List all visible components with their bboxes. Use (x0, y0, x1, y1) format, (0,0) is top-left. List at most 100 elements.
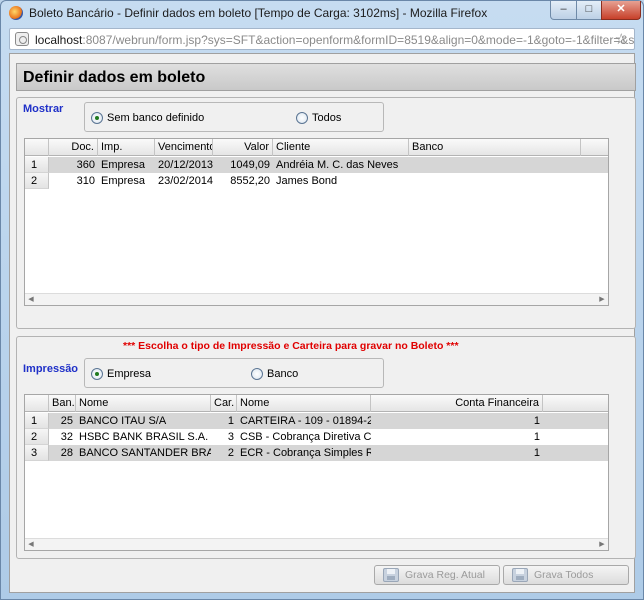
row-number: 2 (25, 429, 49, 445)
table-row[interactable]: 3 28 BANCO SANTANDER BRAS... 2 ECR - Cob… (25, 445, 608, 461)
cell-nome: BANCO SANTANDER BRAS... (79, 447, 211, 459)
boletos-panel: Mostrar Sem banco definido Todos Doc. Im… (16, 97, 636, 329)
table-row[interactable]: 2 310 Empresa 23/02/2014 8552,20 James B… (25, 173, 608, 189)
impressao-panel: *** Escolha o tipo de Impressão e Cartei… (16, 336, 636, 559)
cell-nome: BANCO ITAU S/A (79, 415, 167, 427)
cell-cliente: James Bond (276, 175, 338, 187)
radio-unchecked-icon[interactable] (251, 368, 263, 380)
page-header: Definir dados em boleto (16, 63, 636, 91)
radio-todos[interactable]: Todos (296, 110, 341, 126)
row-number: 1 (25, 157, 49, 173)
page-title: Definir dados em boleto (23, 69, 206, 86)
grid-header: Ban. Nome Car. Nome Conta Financeira (25, 395, 608, 412)
column-header-doc[interactable]: Doc. (49, 139, 98, 156)
column-header-carteira-nome[interactable]: Nome (237, 395, 371, 412)
save-disk-icon (512, 568, 528, 582)
column-header-imp[interactable]: Imp. (98, 139, 155, 156)
grava-registro-atual-label: Grava Reg. Atual (405, 569, 485, 581)
column-header-valor[interactable]: Valor (213, 139, 273, 156)
cell-cliente: Andréia M. C. das Neves (276, 159, 399, 171)
scroll-right-icon[interactable]: ▶ (596, 294, 608, 306)
grava-registro-atual-button[interactable]: Grava Reg. Atual (374, 565, 500, 585)
cell-carteira-nome: ECR - Cobrança Simples Re (240, 447, 371, 459)
url-text[interactable]: localhost:8087/webrun/form.jsp?sys=SFT&a… (35, 33, 634, 47)
table-row[interactable]: 2 32 HSBC BANK BRASIL S.A. 3 CSB - Cobra… (25, 429, 608, 445)
column-header-banco[interactable]: Banco (409, 139, 581, 156)
minimize-button[interactable]: – (550, 1, 577, 20)
horizontal-scrollbar[interactable]: ◀ ▶ (25, 538, 608, 550)
column-header-cliente[interactable]: Cliente (273, 139, 409, 156)
boletos-grid[interactable]: Doc. Imp. Vencimento Valor Cliente Banco… (24, 138, 609, 306)
cell-doc: 360 (76, 159, 95, 171)
column-header-rownum (25, 139, 49, 156)
grava-todos-button[interactable]: Grava Todos (503, 565, 629, 585)
radio-sem-banco[interactable]: Sem banco definido (91, 110, 204, 126)
column-header-rownum (25, 395, 49, 412)
close-button[interactable]: ✕ (601, 1, 641, 20)
row-number: 1 (25, 413, 49, 429)
cell-ban: 25 (60, 415, 73, 427)
row-number: 2 (25, 173, 49, 189)
scroll-left-icon[interactable]: ◀ (25, 539, 37, 551)
cell-car: 2 (227, 447, 234, 459)
radio-banco[interactable]: Banco (251, 366, 298, 382)
cell-car: 3 (227, 431, 234, 443)
cell-banco (409, 157, 581, 173)
bancos-grid[interactable]: Ban. Nome Car. Nome Conta Financeira 1 2… (24, 394, 609, 551)
cell-imp: Empresa (101, 159, 146, 171)
cell-valor: 8552,20 (230, 175, 270, 187)
grava-todos-label: Grava Todos (534, 569, 594, 581)
impressao-label: Impressão (23, 363, 79, 375)
url-path: :8087/webrun/form.jsp?sys=SFT&action=ope… (82, 33, 635, 47)
instruction-notice: *** Escolha o tipo de Impressão e Cartei… (123, 340, 459, 352)
table-row[interactable]: 1 360 Empresa 20/12/2013 1049,09 Andréia… (25, 157, 608, 173)
scroll-right-icon[interactable]: ▶ (596, 539, 608, 551)
firefox-icon (9, 6, 23, 20)
browser-window: Boleto Bancário - Definir dados em bolet… (0, 0, 644, 600)
radio-sem-banco-label: Sem banco definido (107, 112, 205, 124)
cell-ban: 32 (60, 431, 73, 443)
address-bar[interactable]: localhost:8087/webrun/form.jsp?sys=SFT&a… (9, 28, 635, 50)
cell-conta-financeira: 1 (533, 431, 540, 443)
horizontal-scrollbar[interactable]: ◀ ▶ (25, 293, 608, 305)
page-content: Definir dados em boleto Mostrar Sem banc… (9, 53, 636, 593)
cell-ban: 28 (60, 447, 73, 459)
cell-nome: HSBC BANK BRASIL S.A. (79, 431, 209, 443)
column-header-ban[interactable]: Ban. (49, 395, 76, 412)
cell-carteira-nome: CSB - Cobrança Diretiva C (240, 431, 371, 443)
table-row[interactable]: 1 25 BANCO ITAU S/A 1 CARTEIRA - 109 - 0… (25, 413, 608, 429)
bookmark-star-icon[interactable]: ☆ (615, 30, 628, 48)
site-identity-icon[interactable] (15, 32, 29, 46)
radio-todos-label: Todos (312, 112, 342, 124)
column-header-car[interactable]: Car. (211, 395, 237, 412)
radio-banco-label: Banco (267, 368, 299, 380)
maximize-button[interactable]: □ (576, 1, 602, 20)
mostrar-radio-group: Sem banco definido Todos (84, 102, 384, 132)
radio-checked-icon[interactable] (91, 112, 103, 124)
window-title: Boleto Bancário - Definir dados em bolet… (29, 6, 488, 20)
radio-checked-icon[interactable] (91, 368, 103, 380)
column-header-nome[interactable]: Nome (76, 395, 211, 412)
impressao-radio-group: Empresa Banco (84, 358, 384, 388)
row-number: 3 (25, 445, 49, 461)
cell-vencimento: 20/12/2013 (158, 159, 213, 171)
mostrar-label: Mostrar (23, 103, 64, 115)
radio-empresa-label: Empresa (107, 368, 152, 380)
cell-doc: 310 (76, 175, 95, 187)
radio-empresa[interactable]: Empresa (91, 366, 151, 382)
scroll-left-icon[interactable]: ◀ (25, 294, 37, 306)
cell-imp: Empresa (101, 175, 146, 187)
save-disk-icon (383, 568, 399, 582)
cell-banco (409, 173, 581, 189)
cell-carteira-nome: CARTEIRA - 109 - 01894-2 (240, 415, 371, 427)
cell-vencimento: 23/02/2014 (158, 175, 213, 187)
radio-unchecked-icon[interactable] (296, 112, 308, 124)
cell-conta-financeira: 1 (533, 447, 540, 459)
cell-conta-financeira: 1 (533, 415, 540, 427)
url-host: localhost (35, 33, 83, 47)
grid-header: Doc. Imp. Vencimento Valor Cliente Banco (25, 139, 608, 156)
column-header-vencimento[interactable]: Vencimento (155, 139, 213, 156)
title-bar[interactable]: Boleto Bancário - Definir dados em bolet… (1, 1, 643, 25)
column-header-conta-financeira[interactable]: Conta Financeira (371, 395, 543, 412)
cell-car: 1 (227, 415, 234, 427)
